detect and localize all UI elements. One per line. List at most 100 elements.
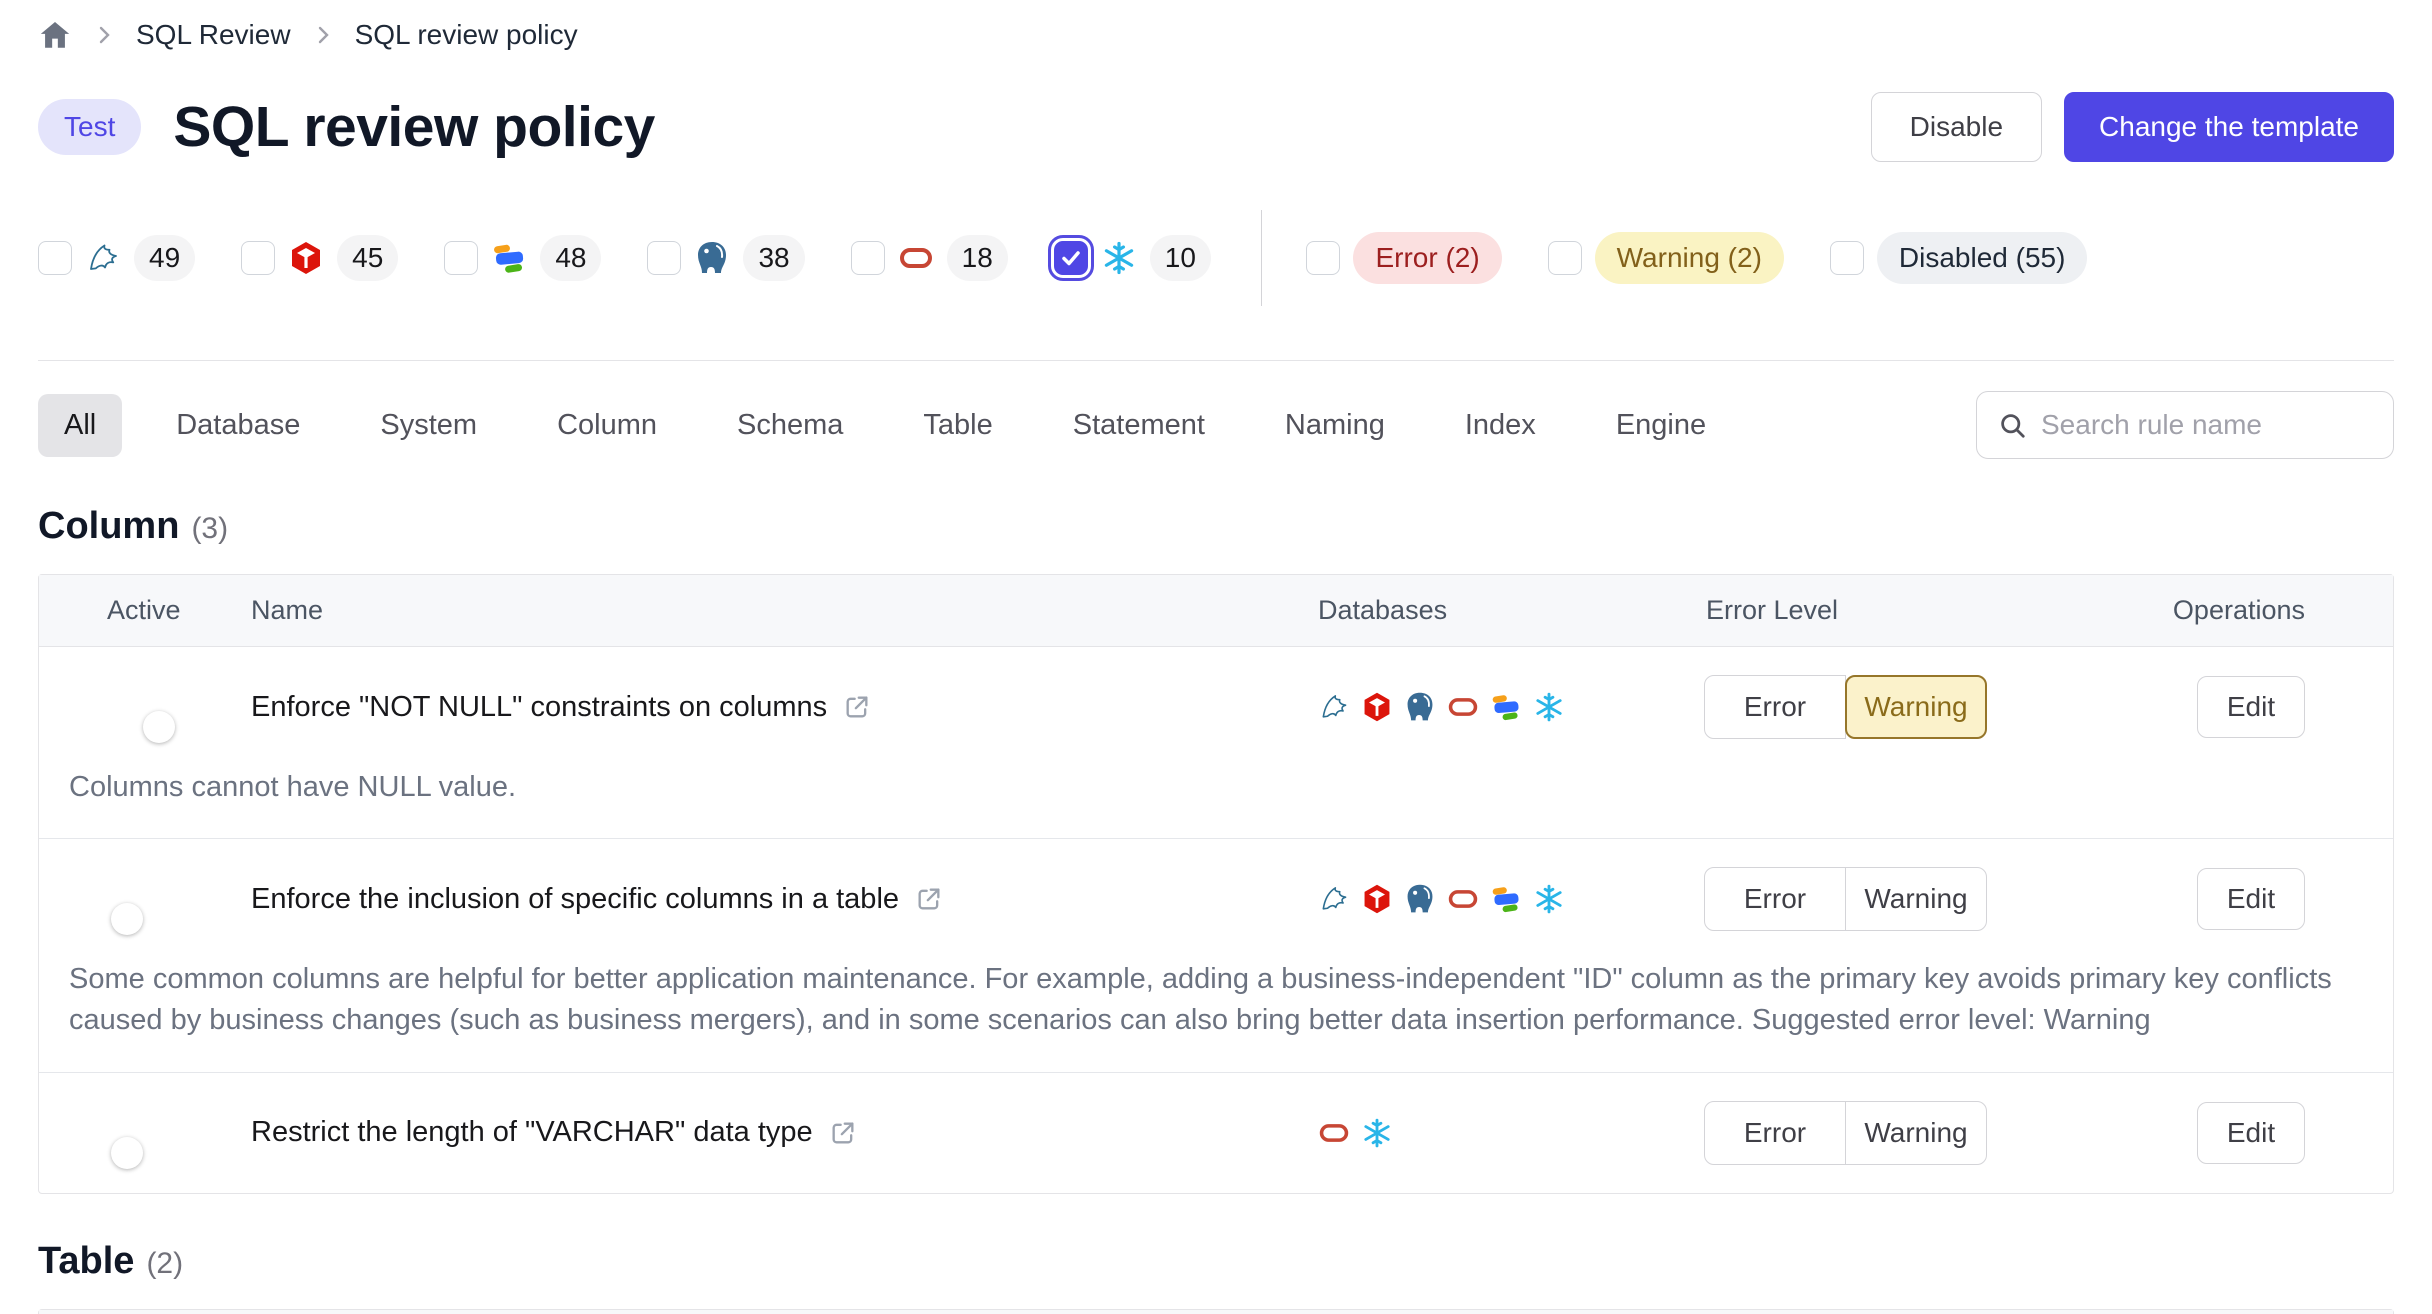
oceanbase-count-badge: 48 bbox=[540, 235, 601, 281]
filter-level-disabled[interactable]: Disabled (55) bbox=[1830, 232, 2088, 284]
table-header-row: Active Name Databases Error Level Operat… bbox=[39, 575, 2393, 647]
breadcrumb-sql-review[interactable]: SQL Review bbox=[136, 19, 291, 51]
rule-name-link[interactable]: Restrict the length of "VARCHAR" data ty… bbox=[251, 1116, 1291, 1149]
filter-engine-postgresql[interactable]: 38 bbox=[647, 235, 804, 281]
tab-schema[interactable]: Schema bbox=[711, 394, 869, 457]
tidb-icon bbox=[1361, 883, 1393, 915]
tab-column[interactable]: Column bbox=[531, 394, 683, 457]
error-count-pill: Error (2) bbox=[1353, 232, 1501, 284]
mysql-icon bbox=[1318, 883, 1350, 915]
oceanbase-icon bbox=[491, 240, 527, 276]
error-level-error-button[interactable]: Error bbox=[1704, 675, 1846, 739]
header-error-level: Error Level bbox=[1691, 595, 2111, 626]
error-level-error-button[interactable]: Error bbox=[1704, 1101, 1846, 1165]
breadcrumb-sql-review-policy[interactable]: SQL review policy bbox=[355, 19, 578, 51]
external-link-icon[interactable] bbox=[843, 693, 871, 721]
oceanbase-checkbox[interactable] bbox=[444, 241, 478, 275]
breadcrumb: SQL Review SQL review policy bbox=[38, 0, 2394, 52]
search-input[interactable] bbox=[2041, 409, 2373, 441]
filter-level-error[interactable]: Error (2) bbox=[1306, 232, 1501, 284]
filter-engine-mysql[interactable]: 49 bbox=[38, 235, 195, 281]
tab-database[interactable]: Database bbox=[150, 394, 326, 457]
rule-name: Enforce the inclusion of specific column… bbox=[251, 883, 899, 916]
divider bbox=[38, 360, 2394, 361]
sql-review-policy-page: SQL Review SQL review policy Test SQL re… bbox=[0, 0, 2432, 1314]
mysql-icon bbox=[1318, 691, 1350, 723]
warning-count-pill: Warning (2) bbox=[1595, 232, 1784, 284]
tab-system[interactable]: System bbox=[354, 394, 503, 457]
header-databases: Databases bbox=[1291, 595, 1691, 626]
oceanbase-icon bbox=[1490, 691, 1522, 723]
rule-name-link[interactable]: Enforce the inclusion of specific column… bbox=[251, 883, 1291, 916]
page-header: Test SQL review policy Disable Change th… bbox=[38, 92, 2394, 162]
external-link-icon[interactable] bbox=[915, 885, 943, 913]
rule-databases bbox=[1291, 691, 1691, 723]
error-checkbox[interactable] bbox=[1306, 241, 1340, 275]
change-template-button[interactable]: Change the template bbox=[2064, 92, 2394, 162]
postgresql-icon bbox=[694, 240, 730, 276]
rule-name-link[interactable]: Enforce "NOT NULL" constraints on column… bbox=[251, 691, 1291, 724]
oracle-icon bbox=[1318, 1117, 1350, 1149]
chevron-right-icon bbox=[311, 23, 335, 47]
section-count: (2) bbox=[146, 1247, 183, 1281]
tidb-checkbox[interactable] bbox=[241, 241, 275, 275]
filter-level-warning[interactable]: Warning (2) bbox=[1548, 232, 1784, 284]
search-icon bbox=[1997, 410, 2027, 440]
environment-badge: Test bbox=[38, 99, 141, 155]
oracle-count-badge: 18 bbox=[947, 235, 1008, 281]
edit-button[interactable]: Edit bbox=[2197, 1102, 2305, 1164]
oracle-icon bbox=[898, 240, 934, 276]
section-title-table: Table (2) bbox=[38, 1240, 2394, 1283]
filter-engine-snowflake[interactable]: 10 bbox=[1054, 235, 1211, 281]
header-name: Name bbox=[251, 595, 1291, 626]
snowflake-count-badge: 10 bbox=[1150, 235, 1211, 281]
disabled-checkbox[interactable] bbox=[1830, 241, 1864, 275]
search-box[interactable] bbox=[1976, 391, 2394, 459]
filter-bar: 49 45 48 38 18 10 bbox=[38, 210, 2394, 306]
home-icon[interactable] bbox=[38, 18, 72, 52]
oceanbase-icon bbox=[1490, 883, 1522, 915]
rule-name: Enforce "NOT NULL" constraints on column… bbox=[251, 691, 827, 724]
rule-databases bbox=[1291, 883, 1691, 915]
tab-table[interactable]: Table bbox=[897, 394, 1018, 457]
external-link-icon[interactable] bbox=[829, 1119, 857, 1147]
postgresql-icon bbox=[1404, 883, 1436, 915]
section-count: (3) bbox=[191, 512, 228, 546]
disabled-count-pill: Disabled (55) bbox=[1877, 232, 2088, 284]
rule-row-varchar-length: Restrict the length of "VARCHAR" data ty… bbox=[39, 1073, 2393, 1193]
section-title-column: Column (3) bbox=[38, 505, 2394, 548]
chevron-right-icon bbox=[92, 23, 116, 47]
rule-row-not-null: Enforce "NOT NULL" constraints on column… bbox=[39, 647, 2393, 839]
oracle-checkbox[interactable] bbox=[851, 241, 885, 275]
table-rules-table: Active Name Databases Error Level Operat… bbox=[38, 1309, 2394, 1314]
snowflake-icon bbox=[1101, 240, 1137, 276]
error-level-error-button[interactable]: Error bbox=[1704, 867, 1846, 931]
disable-button[interactable]: Disable bbox=[1871, 92, 2042, 162]
postgresql-count-badge: 38 bbox=[743, 235, 804, 281]
error-level-warning-button[interactable]: Warning bbox=[1845, 867, 1987, 931]
mysql-checkbox[interactable] bbox=[38, 241, 72, 275]
filter-engine-oracle[interactable]: 18 bbox=[851, 235, 1008, 281]
category-tabs: All Database System Column Schema Table … bbox=[38, 391, 2394, 459]
rule-description: Some common columns are helpful for bett… bbox=[39, 959, 2393, 1071]
snowflake-icon bbox=[1533, 883, 1565, 915]
tidb-count-badge: 45 bbox=[337, 235, 398, 281]
edit-button[interactable]: Edit bbox=[2197, 868, 2305, 930]
snowflake-checkbox-checked[interactable] bbox=[1054, 241, 1088, 275]
postgresql-checkbox[interactable] bbox=[647, 241, 681, 275]
tab-naming[interactable]: Naming bbox=[1259, 394, 1411, 457]
tab-statement[interactable]: Statement bbox=[1047, 394, 1231, 457]
warning-checkbox[interactable] bbox=[1548, 241, 1582, 275]
column-rules-table: Active Name Databases Error Level Operat… bbox=[38, 574, 2394, 1194]
oracle-icon bbox=[1447, 691, 1479, 723]
edit-button[interactable]: Edit bbox=[2197, 676, 2305, 738]
tab-all[interactable]: All bbox=[38, 394, 122, 457]
tab-engine[interactable]: Engine bbox=[1590, 394, 1732, 457]
tab-index[interactable]: Index bbox=[1439, 394, 1562, 457]
error-level-warning-button[interactable]: Warning bbox=[1845, 1101, 1987, 1165]
filter-engine-tidb[interactable]: 45 bbox=[241, 235, 398, 281]
filter-engine-oceanbase[interactable]: 48 bbox=[444, 235, 601, 281]
snowflake-icon bbox=[1533, 691, 1565, 723]
error-level-warning-button-selected[interactable]: Warning bbox=[1845, 675, 1987, 739]
table-header-row: Active Name Databases Error Level Operat… bbox=[39, 1310, 2393, 1314]
